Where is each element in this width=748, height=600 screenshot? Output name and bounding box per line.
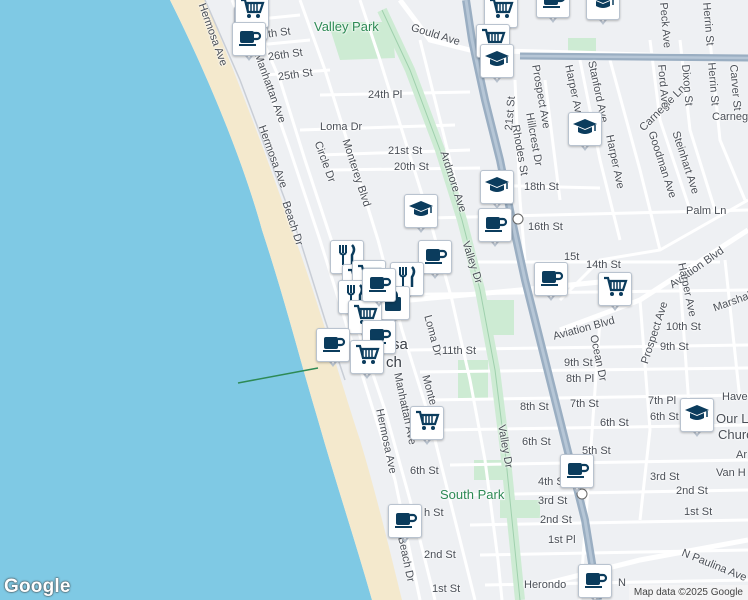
poi-marker[interactable] xyxy=(478,208,512,252)
poi-marker[interactable] xyxy=(362,268,396,312)
poi-marker[interactable] xyxy=(404,194,438,238)
poi-marker[interactable] xyxy=(388,504,422,548)
graduation-cap-icon xyxy=(590,0,616,19)
poi-marker[interactable] xyxy=(534,262,568,306)
cup-icon xyxy=(564,456,590,487)
graduation-cap-icon xyxy=(484,172,510,203)
map-attribution[interactable]: Map data ©2025 Google xyxy=(628,585,748,600)
poi-marker[interactable] xyxy=(536,0,570,28)
cup-icon xyxy=(422,242,448,273)
poi-marker[interactable] xyxy=(680,398,714,442)
poi-marker[interactable] xyxy=(350,340,384,384)
poi-marker[interactable] xyxy=(586,0,620,30)
graduation-cap-icon xyxy=(408,196,434,227)
poi-marker[interactable] xyxy=(568,112,602,156)
cup-icon xyxy=(482,210,508,241)
cup-icon xyxy=(320,330,346,361)
cup-icon xyxy=(236,24,262,55)
poi-marker[interactable] xyxy=(598,272,632,316)
graduation-cap-icon xyxy=(572,114,598,145)
graduation-cap-icon xyxy=(684,400,710,431)
cart-icon xyxy=(488,0,514,27)
cup-icon xyxy=(582,566,608,597)
poi-marker[interactable] xyxy=(232,22,266,66)
poi-marker[interactable] xyxy=(578,564,612,600)
cup-icon xyxy=(540,0,566,17)
cup-icon xyxy=(392,506,418,537)
cart-icon xyxy=(354,342,380,373)
poi-marker[interactable] xyxy=(316,328,350,372)
poi-marker[interactable] xyxy=(480,44,514,88)
cup-icon xyxy=(538,264,564,295)
cup-icon xyxy=(366,270,392,301)
cart-icon xyxy=(602,274,628,305)
cart-icon xyxy=(414,408,440,439)
poi-marker[interactable] xyxy=(410,406,444,450)
graduation-cap-icon xyxy=(484,46,510,77)
google-logo: Google xyxy=(4,576,71,597)
poi-marker[interactable] xyxy=(560,454,594,498)
map-canvas[interactable]: Hermosa Ave th St 26th St 25th St Manhat… xyxy=(0,0,748,600)
